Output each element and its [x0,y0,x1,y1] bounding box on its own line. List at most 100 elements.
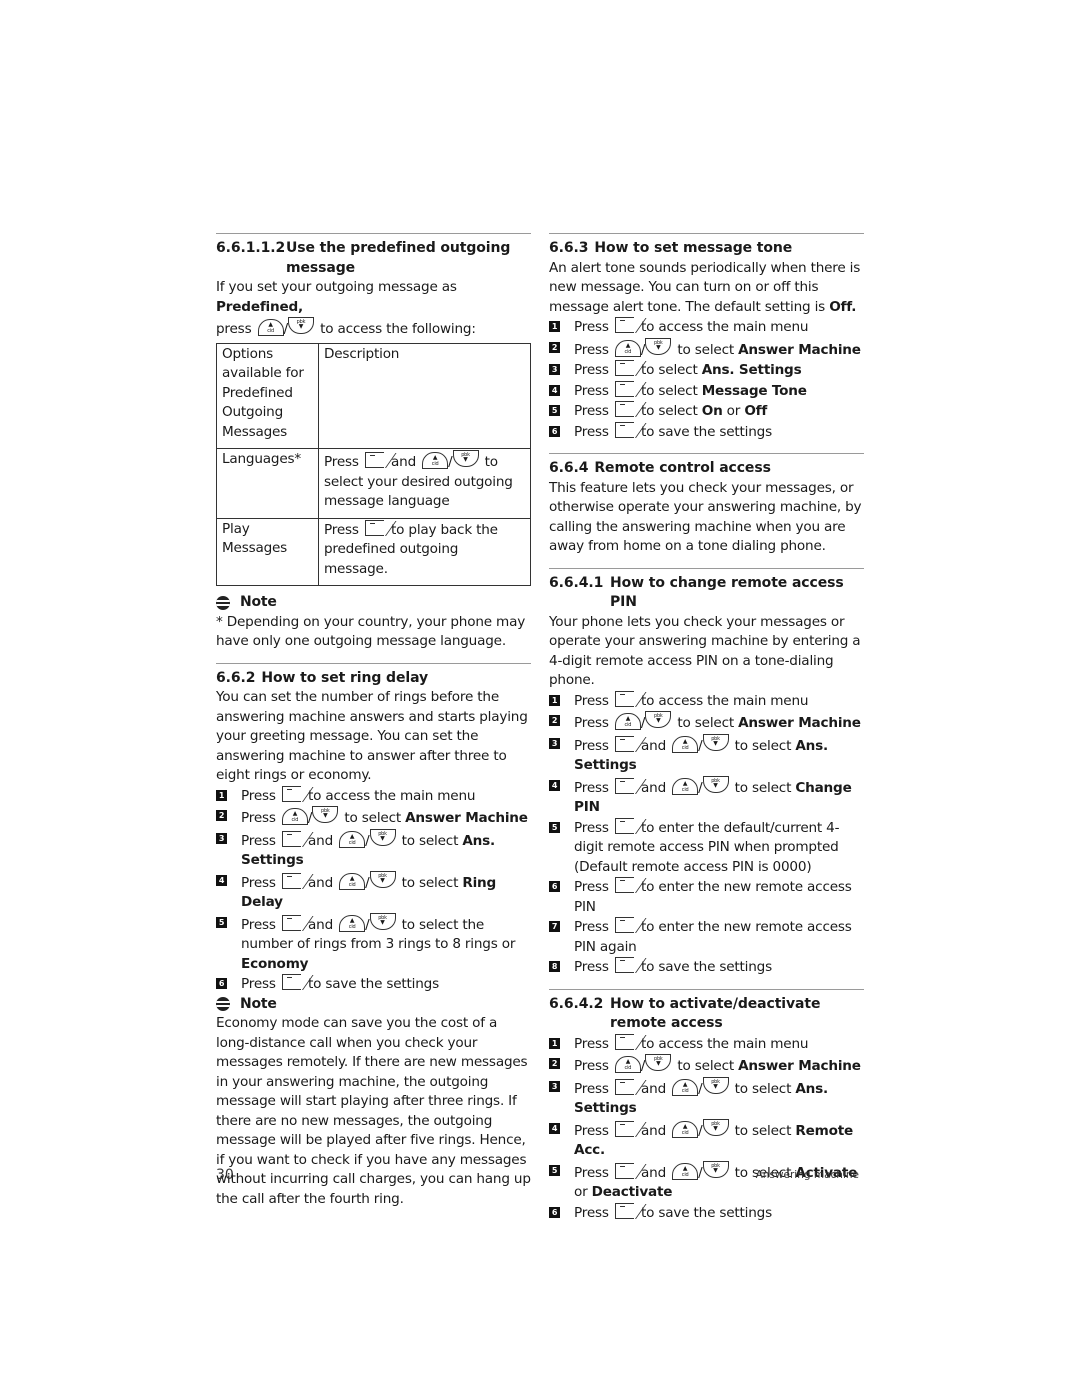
step-text: Press and / to select Change PIN [574,775,864,818]
step-item: 5 Press to enter the default/current 4-di… [549,817,864,878]
nav-up-cid-icon [339,872,366,890]
step-text: Press to save the settings [574,1202,772,1221]
options-table: Options available for Predefined Outgoin… [216,342,531,587]
step-item: 4 Press and / to select Remote Acc. [549,1118,864,1161]
step-text: Press and / to select the number of ring… [241,912,531,975]
step-text: Press to access the main menu [574,1033,809,1052]
step-item: 6 Press to save the settings [549,421,864,443]
steps-list: 1 Press to access the main menu 2 Press / t… [549,690,864,978]
section-change-pin: 6.6.4.1 How to change remote access PIN … [549,574,864,978]
section-heading: 6.6.2 How to set ring delay [216,669,531,689]
step-text: Press to access the main menu [241,785,476,804]
table-cell-description: Press and / to select your desired outgo… [318,448,531,519]
step-number: 3 [549,737,560,749]
step-text: Press to enter the new remote access PIN… [574,917,852,955]
step-item: 5 Press and / to select the number of rin… [216,912,531,975]
step-text: Press / to select Answer Machine [574,337,864,361]
step-number: 2 [549,341,560,353]
menu-softkey-icon [614,421,634,438]
section-number: 6.6.1.1.2 [216,240,286,256]
nav-down-pbk-icon [369,828,396,846]
nav-down-pbk-icon [702,1076,729,1094]
table-header-cell: Description [318,342,531,449]
table-cell-option: Play Messages [216,517,319,586]
section-number: 6.6.4 [549,460,589,476]
section-message-tone: 6.6.3 How to set message tone An alert t… [549,239,864,442]
nav-up-cid-icon [672,1078,699,1096]
step-number: 6 [216,978,227,989]
step-item: 2 Press / to select Answer Machine [216,806,531,829]
menu-softkey-icon [614,1202,634,1219]
table-cell-option: Languages* [216,448,319,519]
section-remote-control: 6.6.4 Remote control access This feature… [549,459,864,557]
nav-down-pbk-icon [369,870,396,888]
step-text: Press to select On or Off [574,401,768,419]
step-text: Press / to select Answer Machine [241,806,531,829]
step-number: 6 [549,881,560,892]
nav-up-cid-icon [614,339,641,357]
menu-softkey-icon [614,380,634,397]
step-item: 8 Press to save the settings [549,957,864,978]
nav-down-pbk-icon [452,450,479,467]
table-cell-description: Press to play back the predefined outgoi… [318,517,531,586]
step-item: 3 Press and / to select Ans. Settings [216,828,531,871]
nav-down-pbk-icon [369,912,396,930]
step-item: 4 Press and / to select Change PIN [549,775,864,818]
step-number: 2 [216,810,227,821]
nav-up-cid-icon [672,735,699,753]
step-number: 4 [216,874,227,886]
section-divider [549,567,864,569]
step-number: 3 [549,364,560,375]
nav-down-pbk-icon [312,806,339,823]
section-number: 6.6.4.1 [549,574,604,591]
step-number: 1 [549,321,560,332]
section-predefined-message: 6.6.1.1.2 Use the predefined outgoing me… [216,239,531,652]
nav-up-cid-icon [614,713,641,730]
step-number: 5 [549,405,560,416]
step-text: Press and / to select Ans. Settings [574,1076,864,1119]
step-number: 7 [549,921,560,932]
nav-down-pbk-icon [645,1054,672,1071]
step-text: Press and / to select Ans. Settings [241,828,531,871]
note-heading: Note [216,995,531,1015]
menu-softkey-icon [614,957,634,973]
step-text: Press to select Message Tone [574,380,807,399]
step-number: 6 [549,425,560,437]
section-number: 6.6.3 [549,240,589,256]
step-item: 4 Press and / to select Ring Delay [216,870,531,913]
step-text: Press / to select Answer Machine [574,1054,864,1077]
section-intro: If you set your outgoing message as Pred… [216,278,531,340]
section-intro: Your phone lets you check your messages … [549,613,861,689]
step-number: 6 [549,1206,560,1218]
menu-softkey-icon [281,830,301,847]
section-number: 6.6.2 [216,669,256,686]
step-text: Press / to select Answer Machine [574,711,864,734]
step-item: 3 Press to select Ans. Settings [549,360,864,381]
menu-softkey-icon [281,974,301,990]
right-column: 6.6.3 How to set message tone An alert t… [549,233,864,1223]
step-number: 5 [549,821,560,833]
nav-up-cid-icon [614,1056,641,1073]
table-row: Play Messages Press to play back the pre… [216,517,531,586]
menu-softkey-icon [614,1033,634,1050]
nav-up-cid-icon [672,777,699,795]
section-intro: An alert tone sounds periodically when t… [549,259,861,315]
note-heading: Note [216,593,531,613]
nav-down-pbk-icon [702,733,729,751]
step-text: Press to enter the default/current 4-dig… [574,817,840,875]
menu-softkey-icon [614,1078,634,1095]
step-item: 2 Press / to select Answer Machine [549,1054,864,1077]
section-intro: This feature lets you check your message… [549,479,862,555]
step-item: 7 Press to enter the new remote access PI… [549,917,864,957]
step-text: Press to save the settings [574,421,772,440]
step-item: 2 Press / to select Answer Machine [549,711,864,734]
step-item: 3 Press and / to select Ans. Settings [549,1076,864,1119]
step-number: 5 [216,916,227,928]
step-text: Press to enter the new remote access PIN [574,877,852,915]
section-heading: 6.6.3 How to set message tone [549,239,864,259]
step-text: Press and / to select Remote Acc. [574,1118,864,1161]
menu-softkey-icon [614,401,634,417]
menu-softkey-icon [614,317,634,333]
step-item: 1 Press to access the main menu [549,690,864,712]
section-heading: 6.6.4 Remote control access [549,459,864,479]
